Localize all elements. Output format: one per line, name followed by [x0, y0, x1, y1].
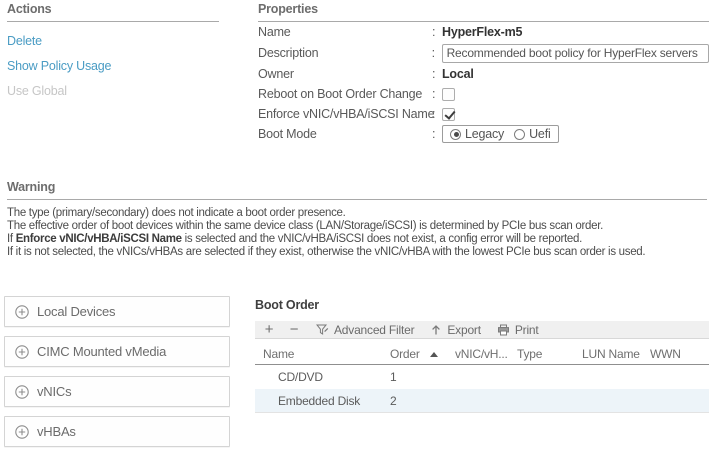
device-panels: Local Devices CIMC Mounted vMedia vNICs …	[4, 296, 230, 454]
description-label: Description	[258, 46, 319, 60]
boot-mode-radio-group: Legacy Uefi	[442, 125, 559, 143]
vnics-label: vNICs	[37, 384, 72, 399]
show-policy-usage-link[interactable]: Show Policy Usage	[7, 59, 219, 73]
enforce-label: Enforce vNIC/vHBA/iSCSI Name	[258, 107, 435, 121]
warning-line-2: The effective order of boot devices with…	[7, 220, 603, 232]
delete-link[interactable]: Delete	[7, 34, 219, 48]
export-icon	[432, 324, 441, 334]
row-name: Embedded Disk	[278, 393, 361, 408]
row-order: 2	[390, 393, 397, 408]
print-label: Print	[514, 322, 539, 337]
boot-mode-label: Boot Mode	[258, 127, 317, 141]
boot-mode-legacy-option[interactable]: Legacy	[450, 127, 504, 141]
local-devices-expander[interactable]: Local Devices	[4, 296, 230, 327]
advanced-filter-button[interactable]: Advanced Filter	[316, 322, 415, 337]
plus-circle-icon	[15, 304, 29, 319]
warning-section: Warning The type (primary/secondary) doe…	[7, 180, 707, 259]
filter-icon	[316, 324, 329, 335]
sort-ascending-indicator	[430, 351, 455, 357]
export-button[interactable]: Export	[430, 322, 481, 337]
radio-selected-icon	[450, 128, 461, 140]
boot-mode-uefi-option[interactable]: Uefi	[514, 127, 551, 141]
name-row: Name : HyperFlex-m5	[258, 22, 709, 42]
owner-row: Owner : Local	[258, 64, 709, 84]
cimc-mounted-vmedia-label: CIMC Mounted vMedia	[37, 344, 167, 359]
boot-mode-row: Boot Mode : Legacy Uefi	[258, 124, 709, 144]
owner-label: Owner	[258, 67, 294, 81]
colon: :	[432, 25, 436, 39]
name-value: HyperFlex-m5	[442, 25, 523, 39]
enforce-checkbox[interactable]	[442, 107, 455, 121]
warning-line-3: If Enforce vNIC/vHBA/iSCSI Name is selec…	[7, 233, 582, 245]
print-icon	[497, 324, 509, 335]
table-row-cd-dvd[interactable]: CD/DVD 1	[255, 365, 709, 389]
row-name: CD/DVD	[278, 370, 323, 384]
column-header-wwn[interactable]: WWN	[650, 347, 709, 361]
boot-order-table-header: Name Order vNIC/vH... Type LUN Name WWN	[255, 347, 709, 365]
description-input[interactable]	[441, 43, 710, 63]
boot-policy-page: Actions Delete Show Policy Usage Use Glo…	[0, 0, 711, 454]
radio-unselected-icon	[514, 128, 526, 140]
colon: :	[432, 127, 436, 141]
add-row-button[interactable]: +	[263, 322, 275, 337]
plus-circle-icon	[15, 384, 29, 399]
use-global-link: Use Global	[7, 84, 67, 98]
local-devices-label: Local Devices	[37, 304, 116, 319]
properties-title: Properties	[258, 2, 318, 16]
colon: :	[431, 46, 435, 60]
uefi-label: Uefi	[529, 127, 551, 141]
table-row-embedded-disk[interactable]: Embedded Disk 2	[255, 389, 709, 413]
enforce-name-row: Enforce vNIC/vHBA/iSCSI Name :	[258, 104, 709, 124]
vnics-expander[interactable]: vNICs	[4, 376, 230, 407]
warning-line-4: If it is not selected, the vNICs/vHBAs a…	[7, 246, 646, 258]
legacy-label: Legacy	[465, 127, 505, 141]
export-label: Export	[447, 322, 481, 337]
column-header-vnic[interactable]: vNIC/vH...	[455, 347, 517, 361]
actions-divider	[7, 21, 219, 22]
colon: :	[432, 107, 436, 121]
triangle-up-icon	[430, 351, 438, 357]
advanced-filter-label: Advanced Filter	[334, 322, 415, 337]
plus-circle-icon	[15, 424, 29, 439]
reboot-on-boot-order-change-row: Reboot on Boot Order Change :	[258, 84, 709, 104]
actions-section: Actions Delete Show Policy Usage Use Glo…	[7, 2, 219, 98]
column-header-order[interactable]: Order	[390, 347, 430, 361]
cimc-mounted-vmedia-expander[interactable]: CIMC Mounted vMedia	[4, 336, 230, 367]
reboot-checkbox[interactable]	[442, 87, 455, 101]
actions-title: Actions	[7, 2, 52, 16]
properties-section: Properties Name : HyperFlex-m5 Descripti…	[258, 2, 710, 144]
print-button[interactable]: Print	[497, 323, 539, 337]
name-label: Name	[258, 25, 291, 39]
vhbas-label: vHBAs	[37, 424, 76, 439]
column-header-name[interactable]: Name	[255, 347, 390, 361]
plus-circle-icon	[15, 344, 29, 359]
vhbas-expander[interactable]: vHBAs	[4, 416, 230, 447]
reboot-label: Reboot on Boot Order Change	[258, 87, 423, 101]
boot-order-title: Boot Order	[255, 298, 319, 312]
column-header-type[interactable]: Type	[517, 347, 582, 361]
colon: :	[432, 87, 436, 101]
remove-row-button[interactable]: −	[288, 322, 300, 337]
column-header-lun-name[interactable]: LUN Name	[582, 347, 650, 361]
warning-divider	[7, 199, 707, 200]
boot-order-section: Boot Order + − Advanced Filter Export Pr…	[255, 298, 709, 413]
warning-line-1: The type (primary/secondary) does not in…	[7, 207, 346, 219]
warning-title: Warning	[7, 180, 56, 194]
boot-order-toolbar: + − Advanced Filter Export Print	[255, 321, 709, 339]
row-order: 1	[390, 370, 397, 384]
owner-value: Local	[442, 67, 474, 81]
colon: :	[432, 67, 436, 81]
description-row: Description :	[258, 42, 710, 64]
